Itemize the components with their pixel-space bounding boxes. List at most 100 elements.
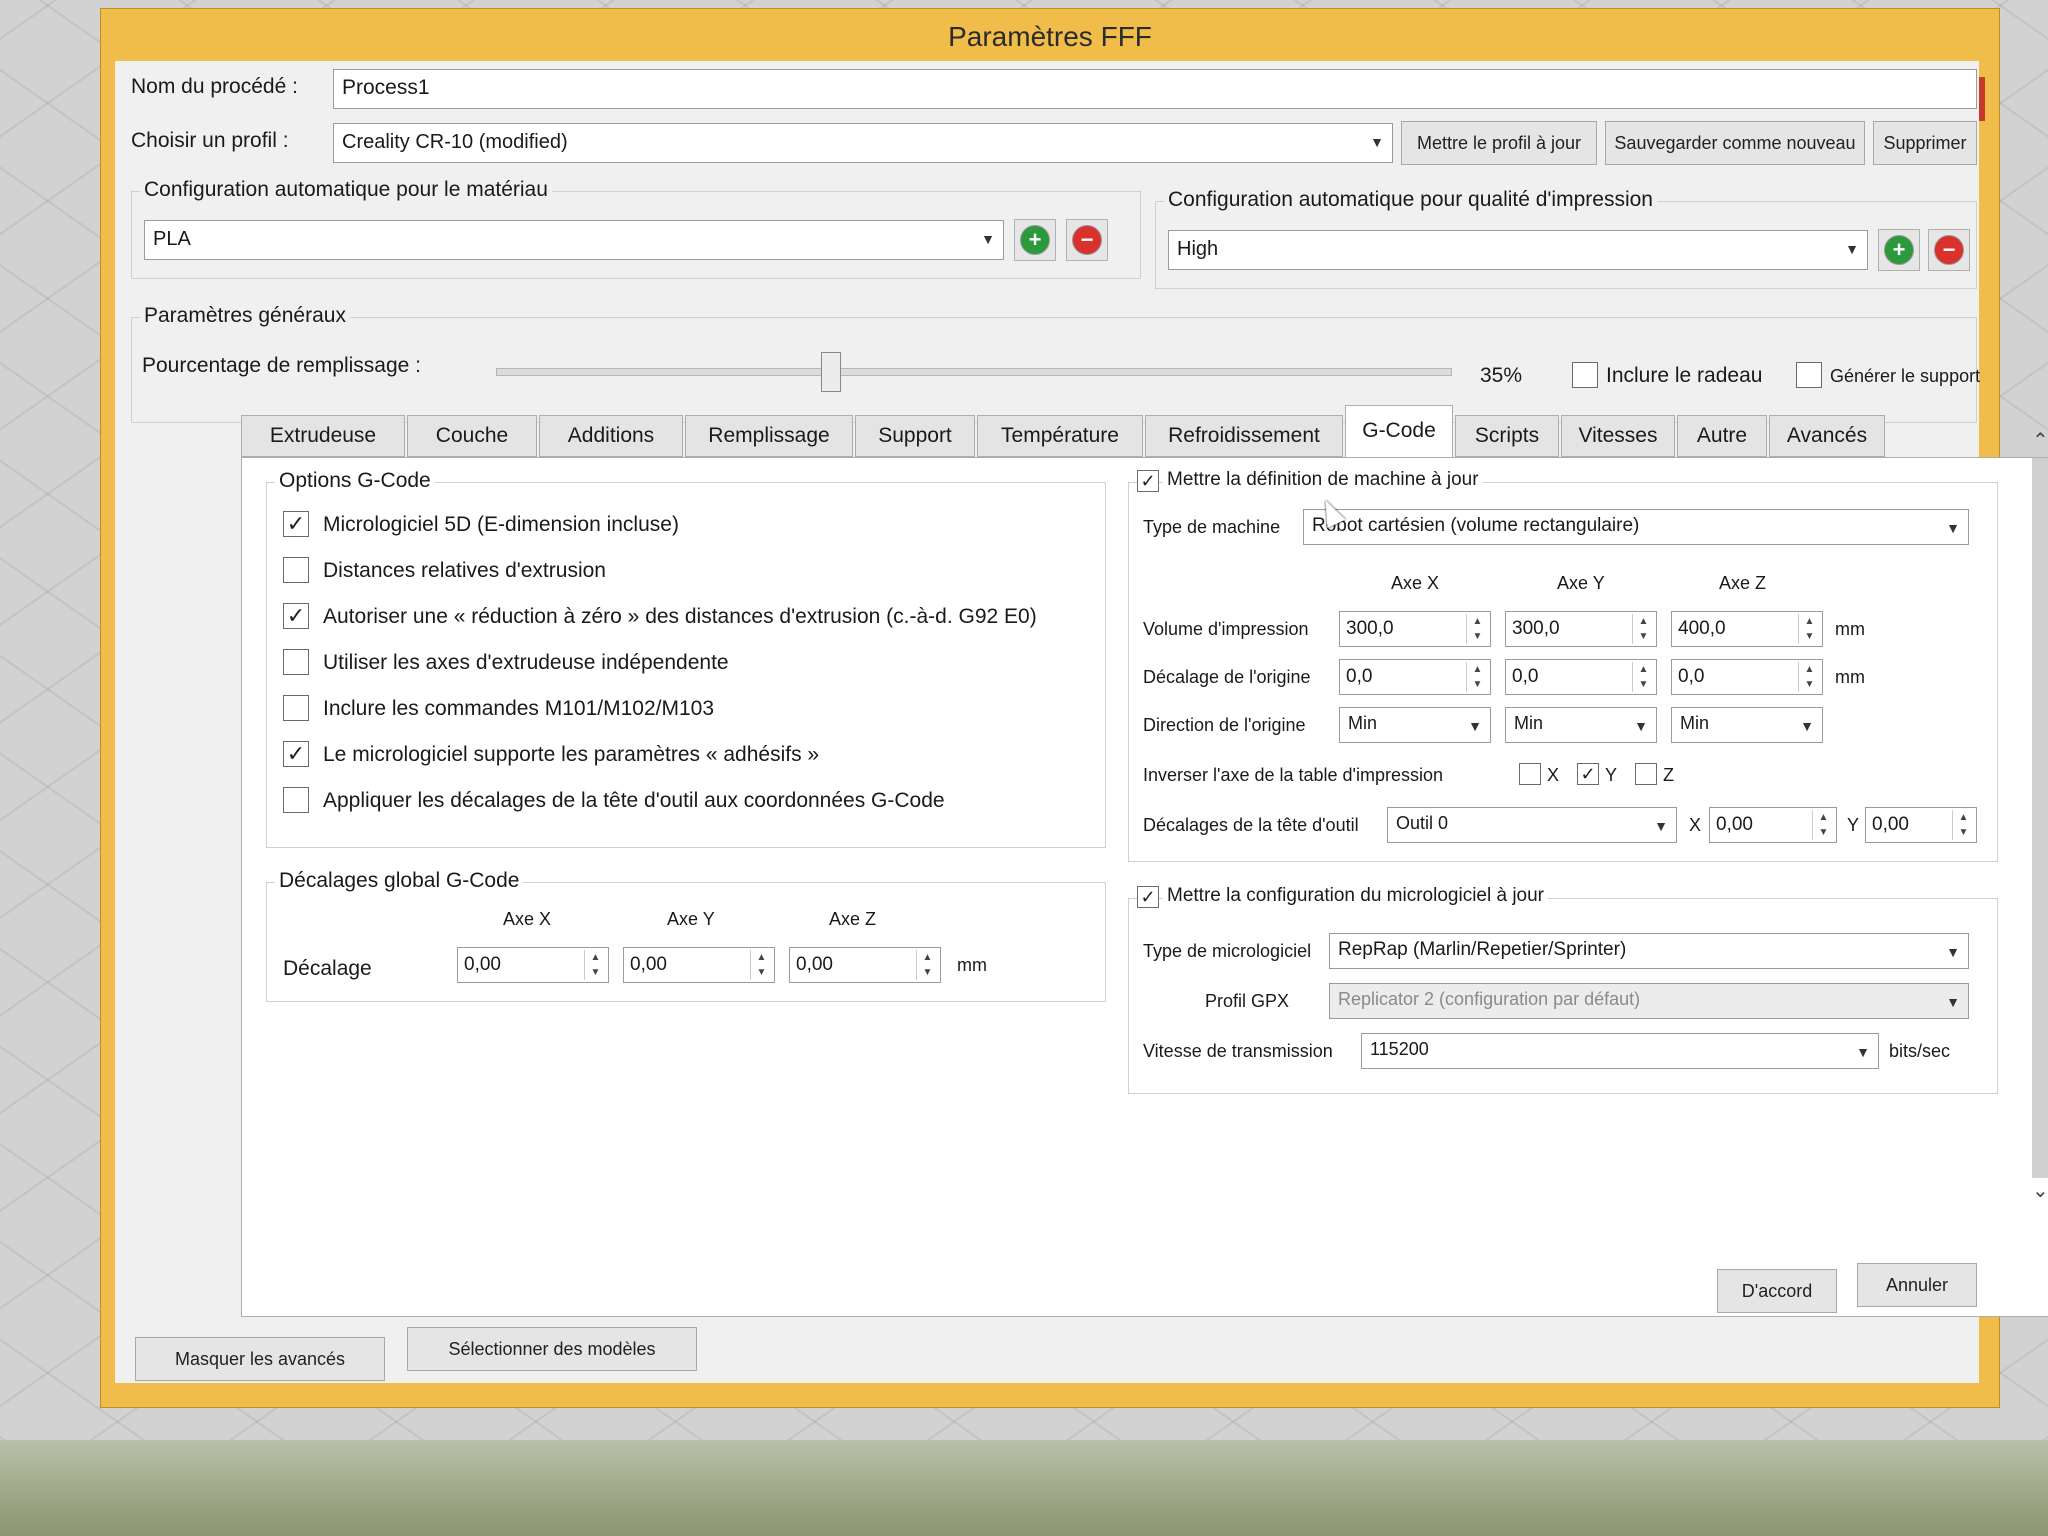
raft-label: Inclure le radeau [1606,364,1763,387]
option-independent-checkbox[interactable] [283,649,309,675]
origin-y-spinbox[interactable]: 0,0 ▲ ▼ [1505,659,1657,695]
plus-icon: + [1884,235,1914,265]
offset-x-spinbox[interactable]: 0,00 ▲ ▼ [457,947,609,983]
infill-slider[interactable] [496,368,1452,376]
invert-x-checkbox[interactable] [1519,763,1541,785]
tab-remplissage[interactable]: Remplissage [685,415,853,457]
tab-additions[interactable]: Additions [539,415,683,457]
spin-arrows-icon[interactable]: ▲ ▼ [1466,614,1488,644]
scrollbar-thumb[interactable] [2032,458,2048,1178]
firmware-type-value: RepRap (Marlin/Repetier/Sprinter) [1338,939,1627,960]
tab-avances[interactable]: Avancés [1769,415,1885,457]
origin-z-spinbox[interactable]: 0,0 ▲ ▼ [1671,659,1823,695]
spin-arrows-icon[interactable]: ▲ ▼ [916,950,938,980]
origin-x-spinbox[interactable]: 0,0 ▲ ▼ [1339,659,1491,695]
tool-y-value: 0,00 [1872,814,1909,835]
update-profile-button[interactable]: Mettre le profil à jour [1401,121,1597,165]
tab-temperature[interactable]: Température [977,415,1143,457]
spin-arrows-icon[interactable]: ▲ ▼ [584,950,606,980]
option-sticky-checkbox[interactable]: ✓ [283,741,309,767]
baud-rate-select[interactable]: 115200 ▼ [1361,1033,1879,1069]
spin-arrows-icon[interactable]: ▲ ▼ [1798,614,1820,644]
invert-z-label: Z [1663,765,1674,785]
invert-y-checkbox[interactable]: ✓ [1577,763,1599,785]
select-models-button[interactable]: Sélectionner des modèles [407,1327,697,1371]
build-unit: mm [1835,619,1865,639]
title-bar[interactable]: Paramètres FFF [101,9,1999,61]
tab-support[interactable]: Support [855,415,975,457]
spin-arrows-icon[interactable]: ▲ ▼ [1798,662,1820,692]
build-x-spinbox[interactable]: 300,0 ▲ ▼ [1339,611,1491,647]
build-y-spinbox[interactable]: 300,0 ▲ ▼ [1505,611,1657,647]
process-name-input[interactable]: Process1 [333,69,1977,109]
support-checkbox[interactable] [1796,362,1822,388]
option-relative-checkbox[interactable] [283,557,309,583]
delete-profile-button[interactable]: Supprimer [1873,121,1977,165]
add-quality-button[interactable]: + [1878,229,1920,271]
hide-advanced-button[interactable]: Masquer les avancés [135,1337,385,1381]
quality-select[interactable]: High ▼ [1168,230,1868,270]
material-select-value: PLA [153,228,191,250]
spin-arrows-icon[interactable]: ▲ ▼ [1952,810,1974,840]
machine-type-select[interactable]: Robot cartésien (volume rectangulaire) ▼ [1303,509,1969,545]
material-select[interactable]: PLA ▼ [144,220,1004,260]
origin-dir-z-select[interactable]: Min ▼ [1671,707,1823,743]
origin-dir-x-select[interactable]: Min ▼ [1339,707,1491,743]
tool-select[interactable]: Outil 0 ▼ [1387,807,1677,843]
spin-arrows-icon[interactable]: ▲ ▼ [750,950,772,980]
update-machine-checkbox[interactable]: ✓ [1137,470,1159,492]
raft-checkbox[interactable] [1572,362,1598,388]
cancel-button[interactable]: Annuler [1857,1263,1977,1307]
origin-dir-z-value: Min [1680,713,1710,733]
tab-couche[interactable]: Couche [407,415,537,457]
build-volume-label: Volume d'impression [1143,619,1309,639]
profile-select[interactable]: Creality CR-10 (modified) ▼ [333,123,1393,163]
tab-refroidissement[interactable]: Refroidissement [1145,415,1343,457]
origin-dir-y-select[interactable]: Min ▼ [1505,707,1657,743]
tab-extrudeuse[interactable]: Extrudeuse [241,415,405,457]
offset-z-spinbox[interactable]: 0,00 ▲ ▼ [789,947,941,983]
invert-bed-label: Inverser l'axe de la table d'impression [1143,765,1444,785]
remove-material-button[interactable]: − [1066,219,1108,261]
invert-z-checkbox[interactable] [1635,763,1657,785]
chevron-down-icon: ▼ [981,231,995,247]
remove-quality-button[interactable]: − [1928,229,1970,271]
spin-arrows-icon[interactable]: ▲ ▼ [1812,810,1834,840]
option-zero-checkbox[interactable]: ✓ [283,603,309,629]
spin-arrows-icon[interactable]: ▲ ▼ [1632,614,1654,644]
option-m101-checkbox[interactable] [283,695,309,721]
ok-button[interactable]: D'accord [1717,1269,1837,1313]
infill-slider-thumb[interactable] [820,352,841,392]
build-z-spinbox[interactable]: 400,0 ▲ ▼ [1671,611,1823,647]
process-name-label: Nom du procédé : [131,75,298,98]
tab-gcode[interactable]: G-Code [1345,405,1453,459]
build-z-value: 400,0 [1678,618,1726,639]
machine-definition-group: ✓ Mettre la définition de machine à jour… [1128,469,1998,862]
tool-y-spinbox[interactable]: 0,00 ▲ ▼ [1865,807,1977,843]
tab-scripts[interactable]: Scripts [1455,415,1559,457]
material-group-title: Configuration automatique pour le matéri… [140,178,552,202]
firmware-type-select[interactable]: RepRap (Marlin/Repetier/Sprinter) ▼ [1329,933,1969,969]
option-5d-checkbox[interactable]: ✓ [283,511,309,537]
tab-autre[interactable]: Autre [1677,415,1767,457]
tool-y-label: Y [1847,815,1860,835]
baud-rate-label: Vitesse de transmission [1143,1041,1333,1061]
update-firmware-checkbox[interactable]: ✓ [1137,886,1159,908]
invert-x-label: X [1547,765,1560,785]
panel-scrollbar[interactable]: ⌃ ⌄ [2026,422,2048,1202]
offset-axis-y-label: Axe Y [667,909,715,929]
chevron-down-icon[interactable]: ⌄ [2032,1178,2048,1203]
spin-arrows-icon[interactable]: ▲ ▼ [1632,662,1654,692]
chevron-up-icon[interactable]: ⌃ [2032,428,2048,453]
option-independent-label: Utiliser les axes d'extrudeuse indépende… [323,651,729,674]
tab-vitesses[interactable]: Vitesses [1561,415,1675,457]
add-material-button[interactable]: + [1014,219,1056,261]
save-as-new-button[interactable]: Sauvegarder comme nouveau [1605,121,1865,165]
option-tool-offsets-checkbox[interactable] [283,787,309,813]
offset-z-value: 0,00 [796,954,833,975]
offset-y-spinbox[interactable]: 0,00 ▲ ▼ [623,947,775,983]
offset-unit: mm [957,955,987,975]
chevron-down-icon: ▼ [1946,944,1960,960]
tool-x-spinbox[interactable]: 0,00 ▲ ▼ [1709,807,1837,843]
spin-arrows-icon[interactable]: ▲ ▼ [1466,662,1488,692]
